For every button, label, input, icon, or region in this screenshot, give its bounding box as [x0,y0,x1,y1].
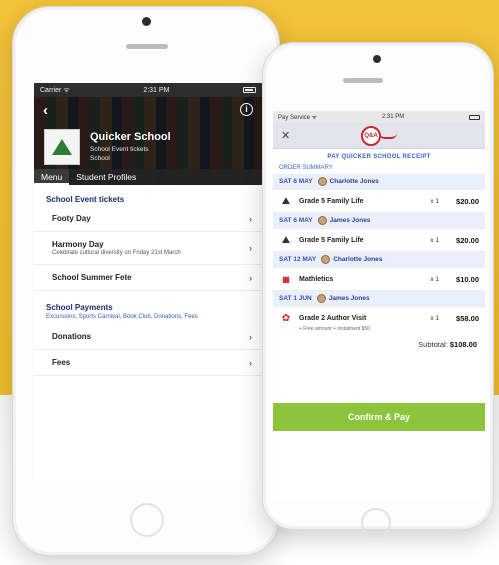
status-bar: Carrier ᯤ 2:31 PM [34,83,262,97]
menu-item-harmony-day[interactable]: Harmony Day Celebrate cultural diversity… [34,232,262,265]
person-avatar-icon [321,255,331,264]
close-icon[interactable]: ✕ [281,129,290,142]
order-summary-title: ORDER SUMMARY [279,165,333,171]
menu-item-label: Footy Day [52,214,91,223]
order-item-note: + Free amount + instalment $50 [299,326,370,332]
section-title-event-tickets: School Event tickets [46,195,125,204]
order-item-qty: x 1 [430,197,439,205]
subtotal-label: Subtotal: [418,340,448,349]
order-item-title: Grade 5 Family Life [299,236,364,244]
menu-item-label: School Summer Fete [52,273,132,282]
mathletics-logo-icon: ▦ [282,274,290,284]
school-subtitle: School Event tickets [90,146,149,153]
order-group-header: SAT 6 MAY James Jones [273,213,485,229]
person-avatar-icon [317,216,327,225]
event-logo-icon: ⛰ [281,195,291,207]
back-arrow-icon[interactable]: ‹ [43,102,48,119]
speaker-grille [343,78,383,83]
battery-icon [469,114,480,120]
order-date: SAT 12 MAY [279,256,317,263]
student-name: James Jones [329,217,371,224]
subtotal-value: $108.00 [449,340,477,349]
tab-bar: Menu Student Profiles [34,169,262,185]
order-item[interactable]: ▦ Mathletics x 1 $10.00 [273,268,485,291]
person-avatar-icon [317,177,327,186]
order-item-qty: x 1 [430,236,439,244]
menu-item-footy-day[interactable]: Footy Day › [34,206,262,232]
student-name: Charlotte Jones [333,256,383,263]
order-date: SAT 1 JUN [279,295,312,302]
brand-swoosh-icon [379,133,397,139]
menu-item-label: Fees [52,358,71,367]
front-camera [142,17,151,26]
school-header: ‹ i Quicker School School Event tickets … [34,97,262,185]
order-item[interactable]: ⛰ Grade 5 Family Life x 1 $20.00 [273,190,485,213]
confirm-pay-button[interactable]: Confirm & Pay [273,403,485,431]
chevron-right-icon: › [249,357,252,368]
brand-logo: Q&A [361,125,381,146]
order-date: SAT 6 MAY [279,178,313,185]
app-bar: ✕ Q&A [273,123,485,149]
carrier-label: Pay Service ᯤ [278,115,318,121]
section-title-school-payments: School Payments [46,303,113,312]
status-time: 2:31 PM [381,114,405,120]
home-button[interactable] [361,508,391,538]
menu-item-label: Harmony Day [52,240,104,249]
order-item-price: $10.00 [456,274,479,284]
student-name: Charlotte Jones [329,178,379,185]
speaker-grille [126,44,168,49]
chevron-right-icon: › [249,243,252,253]
right-phone: Pay Service ᯤ 2:31 PM ✕ Q&A PAY QUICKER … [262,42,494,538]
school-subtitle-2: School [90,155,110,162]
person-avatar-icon [316,294,326,303]
chevron-right-icon: › [249,213,252,224]
order-item-price: $20.00 [456,235,479,245]
status-bar: Pay Service ᯤ 2:31 PM [273,111,485,123]
order-group-header: SAT 12 MAY Charlotte Jones [273,252,485,268]
home-button[interactable] [130,503,164,537]
order-item-price: $20.00 [456,196,479,206]
menu-item-summer-fete[interactable]: School Summer Fete › [34,265,262,291]
carrier-label: Carrier ᯤ [40,86,70,94]
order-item-title: Grade 2 Author Visit [299,314,367,322]
order-item-qty: x 1 [430,275,439,283]
school-logo [44,129,80,165]
tab-menu[interactable]: Menu [34,169,70,185]
menu-item-fees[interactable]: Fees › [34,350,262,376]
left-screen: Carrier ᯤ 2:31 PM ‹ i Quicker School Sch… [34,83,262,481]
status-time: 2:31 PM [143,86,170,94]
front-camera [373,55,381,63]
battery-icon [243,87,256,93]
author-visit-logo-icon: ✿ [281,312,291,324]
receipt-banner: PAY QUICKER SCHOOL RECEIPT [327,154,431,160]
order-item-title: Mathletics [299,275,334,283]
info-icon[interactable]: i [240,103,253,116]
event-logo-icon: ⛰ [281,234,291,246]
order-item[interactable]: ⛰ Grade 5 Family Life x 1 $20.00 [273,229,485,252]
menu-item-label: Donations [52,332,92,341]
order-group-header: SAT 1 JUN James Jones [273,291,485,307]
subtotal-row: Subtotal: $108.00 [273,336,485,353]
chevron-right-icon: › [249,331,252,342]
left-phone: Carrier ᯤ 2:31 PM ‹ i Quicker School Sch… [12,6,280,556]
order-item-qty: x 1 [430,314,439,322]
menu-item-description: Celebrate cultural diversity on Friday 2… [52,250,181,256]
school-name: Quicker School [90,131,171,143]
section-subtitle: Excursions, Sports Carnival, Book Club, … [46,314,198,320]
tab-student-profiles[interactable]: Student Profiles [69,169,143,185]
order-item-price: $58.00 [456,313,479,323]
order-group-header: SAT 6 MAY Charlotte Jones [273,174,485,190]
order-item-title: Grade 5 Family Life [299,197,364,205]
menu-item-donations[interactable]: Donations › [34,324,262,350]
order-date: SAT 6 MAY [279,217,313,224]
right-screen: Pay Service ᯤ 2:31 PM ✕ Q&A PAY QUICKER … [273,111,485,501]
student-name: James Jones [328,295,370,302]
chevron-right-icon: › [249,272,252,283]
